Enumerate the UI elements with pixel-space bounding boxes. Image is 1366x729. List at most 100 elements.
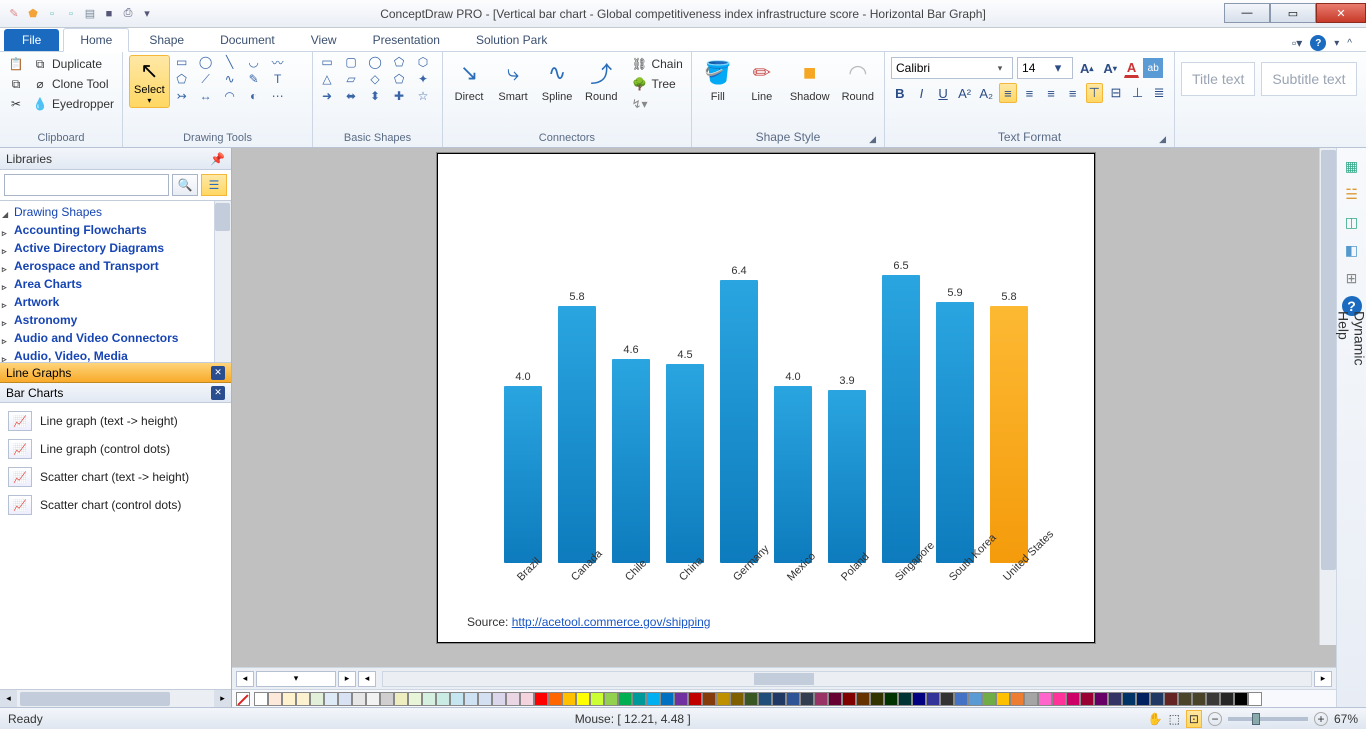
bar[interactable] <box>936 302 974 563</box>
qat-save-icon[interactable]: ■ <box>101 6 117 22</box>
canvas-hscroll[interactable] <box>382 671 1312 687</box>
bar[interactable] <box>828 390 866 563</box>
color-swatch[interactable] <box>478 692 492 706</box>
color-swatch[interactable] <box>1220 692 1234 706</box>
arc-tool[interactable]: ◡ <box>246 55 262 69</box>
ellipse-tool[interactable]: ◯ <box>198 55 214 69</box>
shape-stencil[interactable]: 📈Scatter chart (text -> height) <box>0 463 231 491</box>
valign-bot-button[interactable]: ⊥ <box>1129 83 1147 103</box>
zoom-out-button[interactable]: − <box>1208 712 1222 726</box>
bar[interactable] <box>504 386 542 563</box>
shape-stencil[interactable]: 📈Scatter chart (control dots) <box>0 491 231 519</box>
color-swatch[interactable] <box>1122 692 1136 706</box>
color-swatch[interactable] <box>856 692 870 706</box>
color-swatch[interactable] <box>1038 692 1052 706</box>
color-swatch[interactable] <box>506 692 520 706</box>
color-swatch[interactable] <box>632 692 646 706</box>
tab-hscroll-right[interactable]: ▸ <box>1314 671 1332 687</box>
valign-top-button[interactable]: ⊤ <box>1086 83 1104 103</box>
line-tool[interactable]: ╲ <box>222 55 238 69</box>
grow-font-icon[interactable]: A▴ <box>1077 58 1096 78</box>
color-swatch[interactable] <box>394 692 408 706</box>
color-swatch[interactable] <box>716 692 730 706</box>
color-swatch[interactable] <box>1150 692 1164 706</box>
color-swatch[interactable] <box>1206 692 1220 706</box>
library-category[interactable]: Accounting Flowcharts <box>14 221 231 239</box>
tab-home[interactable]: Home <box>63 28 129 52</box>
eyedropper-button[interactable]: 💧Eyedropper <box>30 95 116 113</box>
color-swatch[interactable] <box>870 692 884 706</box>
color-swatch[interactable] <box>926 692 940 706</box>
search-button[interactable]: 🔍 <box>172 174 198 196</box>
library-category[interactable]: Audio and Video Connectors <box>14 329 231 347</box>
select-tool[interactable]: ↖ Select ▾ <box>129 55 170 108</box>
color-swatch[interactable] <box>982 692 996 706</box>
poly-tool[interactable]: ⬠ <box>174 72 190 86</box>
tab-shape[interactable]: Shape <box>133 29 200 51</box>
spline-connector[interactable]: ∿Spline <box>537 55 577 105</box>
highlight-icon[interactable]: ab <box>1143 58 1163 78</box>
font-combo[interactable]: ▾ <box>891 57 1013 79</box>
color-swatch[interactable] <box>464 692 478 706</box>
align-left-button[interactable]: ≡ <box>999 83 1017 103</box>
color-swatch[interactable] <box>940 692 954 706</box>
ribbon-opts-icon[interactable]: ▫▾ <box>1292 36 1302 50</box>
color-swatch[interactable] <box>1052 692 1066 706</box>
color-swatch[interactable] <box>590 692 604 706</box>
zoom-in-button[interactable]: + <box>1314 712 1328 726</box>
curve-tool[interactable]: 〰 <box>270 55 286 69</box>
qat-new2-icon[interactable]: ▫ <box>63 6 79 22</box>
qat-open-icon[interactable]: ▤ <box>82 6 98 22</box>
conn-more[interactable]: ↯▾ <box>629 95 684 113</box>
tab-document[interactable]: Document <box>204 29 291 51</box>
color-swatch[interactable] <box>1094 692 1108 706</box>
shape-stencil[interactable]: 📈Line graph (control dots) <box>0 435 231 463</box>
bezier-tool[interactable]: ∿ <box>222 72 238 86</box>
tab-prev-button[interactable]: ◂ <box>236 671 254 687</box>
color-swatch[interactable] <box>744 692 758 706</box>
color-swatch[interactable] <box>408 692 422 706</box>
fit-page-icon[interactable]: ⊡ <box>1186 710 1202 728</box>
text-tool[interactable]: T <box>270 72 286 86</box>
color-swatch[interactable] <box>352 692 366 706</box>
color-swatch[interactable] <box>534 692 548 706</box>
color-swatch[interactable] <box>422 692 436 706</box>
shrink-font-icon[interactable]: A▾ <box>1100 58 1119 78</box>
color-swatch[interactable] <box>814 692 828 706</box>
color-swatch[interactable] <box>800 692 814 706</box>
tab-presentation[interactable]: Presentation <box>357 29 456 51</box>
arc2-tool[interactable]: ◠ <box>222 89 238 103</box>
valign-mid-button[interactable]: ⊟ <box>1107 83 1125 103</box>
color-swatch[interactable] <box>1108 692 1122 706</box>
color-swatch[interactable] <box>450 692 464 706</box>
color-swatch[interactable] <box>296 692 310 706</box>
page-selector[interactable]: ▾ <box>256 671 336 687</box>
hand-tool-icon[interactable]: ✋ <box>1148 712 1163 726</box>
subscript-button[interactable]: A₂ <box>977 83 995 103</box>
rail-icon-5[interactable]: ⊞ <box>1342 268 1362 288</box>
bar[interactable] <box>612 359 650 563</box>
color-swatch[interactable] <box>548 692 562 706</box>
round-connector[interactable]: ⤴Round <box>581 55 621 105</box>
close-button[interactable]: ✕ <box>1316 3 1366 23</box>
file-tab[interactable]: File <box>4 29 59 51</box>
color-swatch[interactable] <box>772 692 786 706</box>
tab-solution-park[interactable]: Solution Park <box>460 29 563 51</box>
cut-button[interactable]: ✂ <box>6 95 26 113</box>
color-swatch[interactable] <box>954 692 968 706</box>
color-swatch[interactable] <box>366 692 380 706</box>
color-swatch[interactable] <box>436 692 450 706</box>
tree-connector[interactable]: 🌳Tree <box>629 75 684 93</box>
library-scrollbar[interactable] <box>214 201 231 362</box>
round-shape-button[interactable]: ◠Round <box>838 55 878 105</box>
shadow-button[interactable]: ■Shadow <box>786 55 834 105</box>
zoom-region-icon[interactable]: ⬚ <box>1169 712 1180 726</box>
qat-new-icon[interactable]: ▫ <box>44 6 60 22</box>
copy-button[interactable]: ⧉ <box>6 75 26 93</box>
color-swatch[interactable] <box>324 692 338 706</box>
color-swatch[interactable] <box>786 692 800 706</box>
color-swatch[interactable] <box>562 692 576 706</box>
help-icon[interactable]: ? <box>1310 35 1326 51</box>
color-swatch[interactable] <box>898 692 912 706</box>
pin-icon[interactable]: 📌 <box>210 152 225 166</box>
